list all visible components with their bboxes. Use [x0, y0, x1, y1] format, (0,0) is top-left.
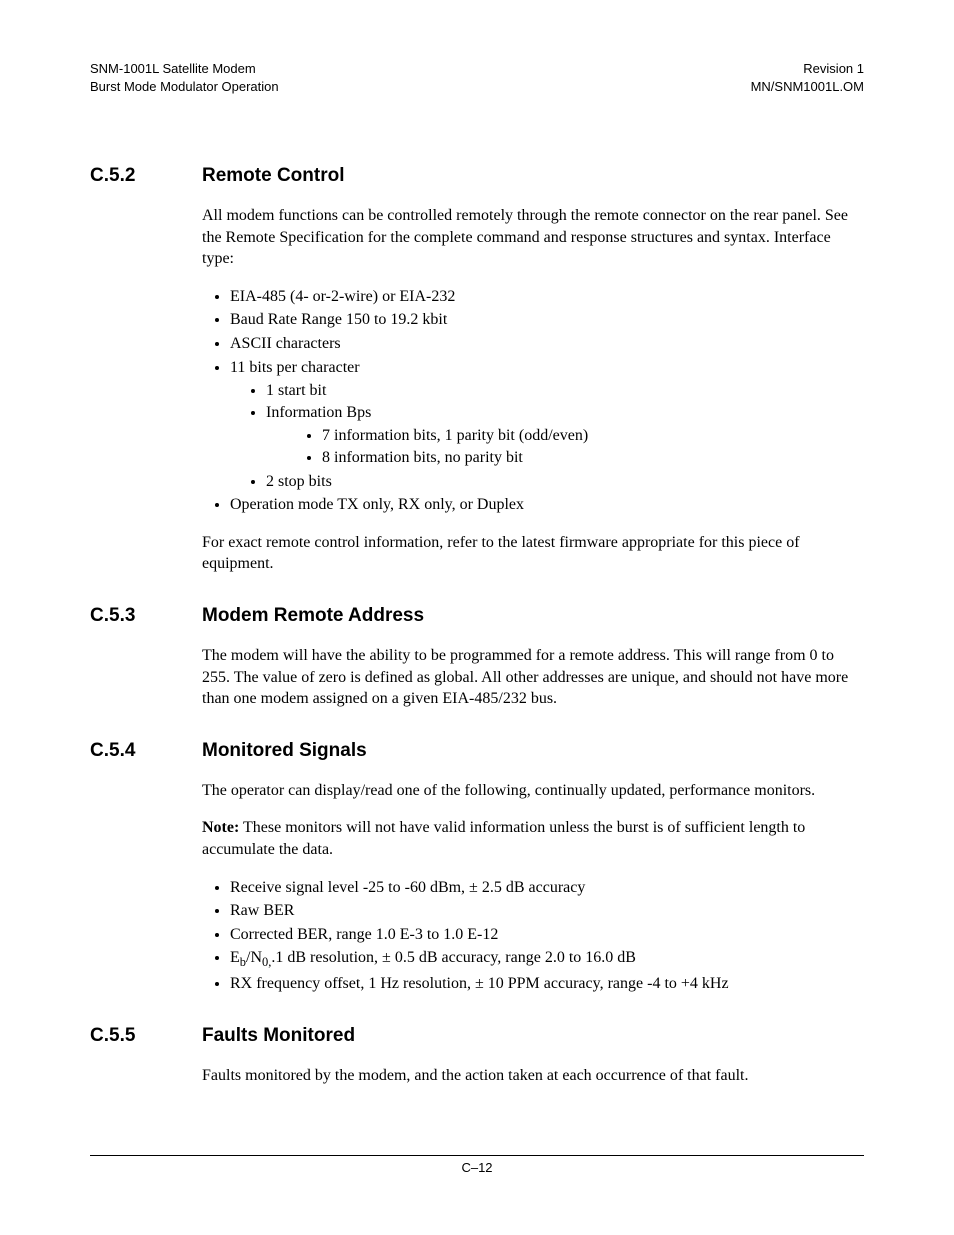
- header-left-line-2: Burst Mode Modulator Operation: [90, 78, 279, 96]
- n0-subscript: 0,: [262, 956, 271, 970]
- section-number: C.5.3: [90, 605, 202, 627]
- section-title: Faults Monitored: [202, 1025, 355, 1047]
- list-item: 7 information bits, 1 parity bit (odd/ev…: [322, 425, 864, 447]
- section-faults-monitored: C.5.5 Faults Monitored Faults monitored …: [90, 1025, 864, 1087]
- header-left: SNM-1001L Satellite Modem Burst Mode Mod…: [90, 60, 279, 95]
- header-left-line-1: SNM-1001L Satellite Modem: [90, 60, 279, 78]
- list-item: 1 start bit: [266, 380, 864, 402]
- bullet-list: 7 information bits, 1 parity bit (odd/ev…: [266, 425, 864, 468]
- section-number: C.5.2: [90, 165, 202, 187]
- section-title: Modem Remote Address: [202, 605, 424, 627]
- paragraph: All modem functions can be controlled re…: [202, 205, 864, 270]
- section-number: C.5.5: [90, 1025, 202, 1047]
- list-item: EIA-485 (4- or-2-wire) or EIA-232: [230, 286, 864, 308]
- paragraph: For exact remote control information, re…: [202, 532, 864, 575]
- section-number: C.5.4: [90, 740, 202, 762]
- section-remote-control: C.5.2 Remote Control All modem functions…: [90, 165, 864, 575]
- note-label: Note:: [202, 819, 239, 836]
- page-footer: C–12: [90, 1155, 864, 1175]
- list-item: Receive signal level -25 to -60 dBm, ± 2…: [230, 877, 864, 899]
- note-paragraph: Note: These monitors will not have valid…: [202, 817, 864, 860]
- eb-n0-mid: /N: [246, 949, 262, 966]
- paragraph: The operator can display/read one of the…: [202, 780, 864, 802]
- section-monitored-signals: C.5.4 Monitored Signals The operator can…: [90, 740, 864, 995]
- running-header: SNM-1001L Satellite Modem Burst Mode Mod…: [90, 60, 864, 95]
- header-right-line-2: MN/SNM1001L.OM: [751, 78, 864, 96]
- list-item: Corrected BER, range 1.0 E-3 to 1.0 E-12: [230, 924, 864, 946]
- list-item: Operation mode TX only, RX only, or Dupl…: [230, 494, 864, 516]
- paragraph: Faults monitored by the modem, and the a…: [202, 1065, 864, 1087]
- header-right-line-1: Revision 1: [751, 60, 864, 78]
- eb-n0-suffix: .1 dB resolution, ± 0.5 dB accuracy, ran…: [271, 949, 636, 966]
- section-title: Monitored Signals: [202, 740, 367, 762]
- list-item-text: Information Bps: [266, 404, 371, 421]
- list-item: Information Bps 7 information bits, 1 pa…: [266, 402, 864, 469]
- page-number: C–12: [90, 1160, 864, 1175]
- section-title: Remote Control: [202, 165, 345, 187]
- list-item: 11 bits per character 1 start bit Inform…: [230, 357, 864, 493]
- list-item: Eb/N0,.1 dB resolution, ± 0.5 dB accurac…: [230, 947, 864, 971]
- page: SNM-1001L Satellite Modem Burst Mode Mod…: [0, 0, 954, 1235]
- bullet-list: Receive signal level -25 to -60 dBm, ± 2…: [202, 877, 864, 995]
- bullet-list: EIA-485 (4- or-2-wire) or EIA-232 Baud R…: [202, 286, 864, 516]
- eb-n0-prefix: E: [230, 949, 240, 966]
- footer-rule: [90, 1155, 864, 1156]
- bullet-list: 1 start bit Information Bps 7 informatio…: [230, 380, 864, 492]
- list-item: RX frequency offset, 1 Hz resolution, ± …: [230, 973, 864, 995]
- list-item: Raw BER: [230, 900, 864, 922]
- section-modem-remote-address: C.5.3 Modem Remote Address The modem wil…: [90, 605, 864, 710]
- paragraph: The modem will have the ability to be pr…: [202, 645, 864, 710]
- list-item-text: 11 bits per character: [230, 359, 360, 376]
- list-item: ASCII characters: [230, 333, 864, 355]
- header-right: Revision 1 MN/SNM1001L.OM: [751, 60, 864, 95]
- list-item: 2 stop bits: [266, 471, 864, 493]
- note-text: These monitors will not have valid infor…: [202, 819, 805, 858]
- list-item: 8 information bits, no parity bit: [322, 447, 864, 469]
- list-item: Baud Rate Range 150 to 19.2 kbit: [230, 309, 864, 331]
